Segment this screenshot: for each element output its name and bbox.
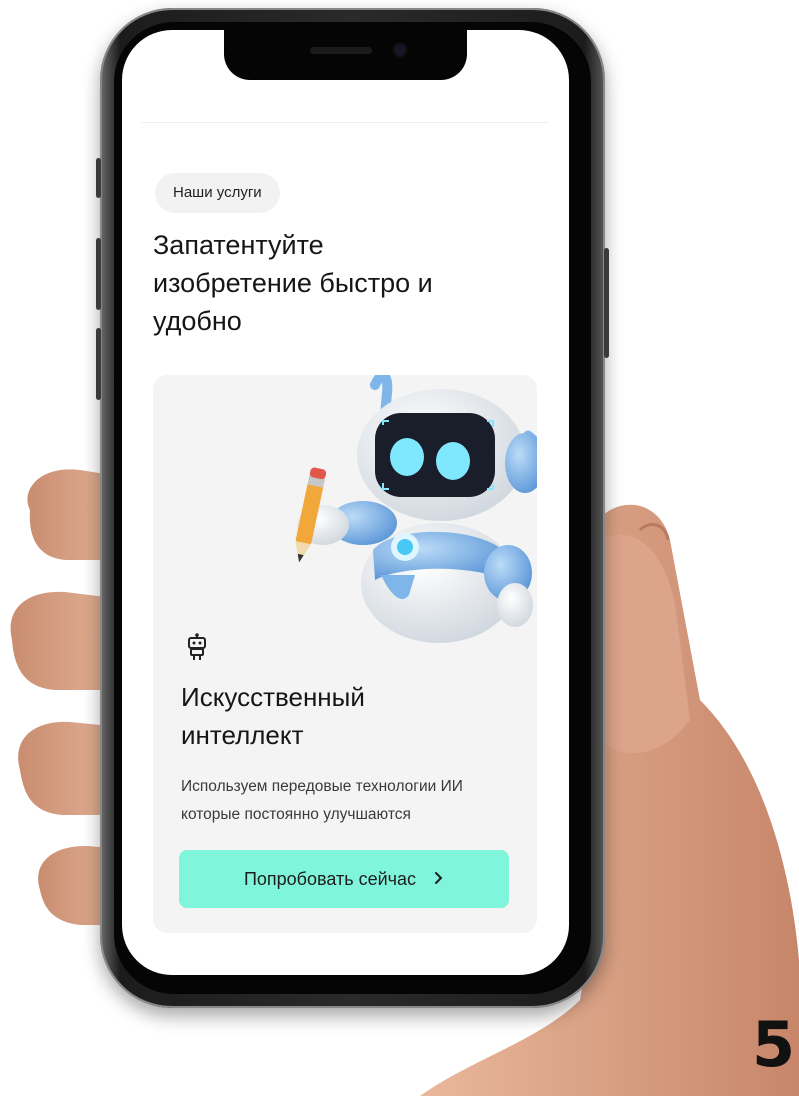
header-divider bbox=[142, 122, 549, 123]
services-chip[interactable]: Наши услуги bbox=[155, 173, 280, 213]
mute-switch bbox=[96, 158, 101, 198]
page-headline: Запатентуйте изобретение быстро и удобно bbox=[153, 230, 433, 336]
card-description: Используем передовые технологии ИИ котор… bbox=[181, 778, 463, 823]
phone-screen: Наши услуги Запатентуйте изобретение быс… bbox=[122, 30, 569, 975]
front-camera bbox=[394, 44, 406, 56]
ai-service-card[interactable]: Искусственный интеллект Используем перед… bbox=[153, 375, 537, 933]
power-button bbox=[604, 248, 609, 358]
robot-illustration bbox=[295, 375, 537, 643]
card-title: Искусственный интеллект bbox=[181, 682, 365, 750]
volume-down-button bbox=[96, 328, 101, 400]
page-number: 5 bbox=[752, 1008, 796, 1081]
robot-icon bbox=[185, 633, 209, 665]
phone-frame: Наши услуги Запатентуйте изобретение быс… bbox=[96, 8, 609, 1008]
volume-up-button bbox=[96, 238, 101, 310]
notch bbox=[224, 30, 467, 80]
try-now-button[interactable]: Попробовать сейчас bbox=[179, 850, 509, 908]
chevron-right-icon bbox=[434, 869, 444, 890]
speaker-grille bbox=[310, 47, 372, 54]
try-now-label: Попробовать сейчас bbox=[243, 868, 417, 889]
